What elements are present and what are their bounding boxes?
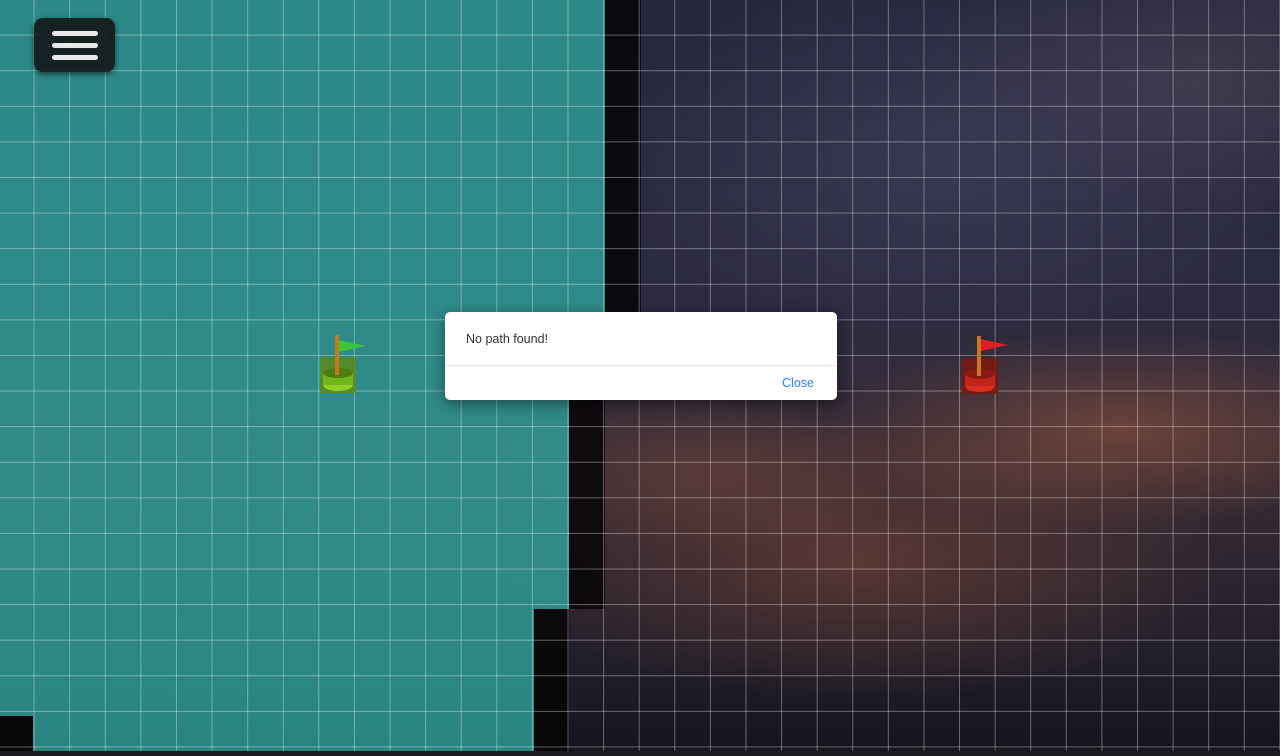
end-node[interactable] [962,336,1008,394]
start-flag-icon [320,335,366,393]
pathfinding-canvas[interactable]: No path found! Close [0,0,1280,756]
dialog-body: No path found! [445,312,837,366]
close-button[interactable]: Close [782,376,814,390]
bottom-edge [0,751,1280,756]
dialog-message: No path found! [466,331,549,346]
end-flag-icon [962,336,1008,394]
start-node[interactable] [320,335,366,393]
hamburger-menu-icon-bar-3 [51,54,98,60]
no-path-dialog: No path found! Close [445,312,837,400]
hamburger-menu-icon [51,30,98,36]
dialog-footer: Close [445,366,837,400]
hamburger-menu-icon-bar-2 [51,42,98,48]
menu-button[interactable] [34,18,115,72]
